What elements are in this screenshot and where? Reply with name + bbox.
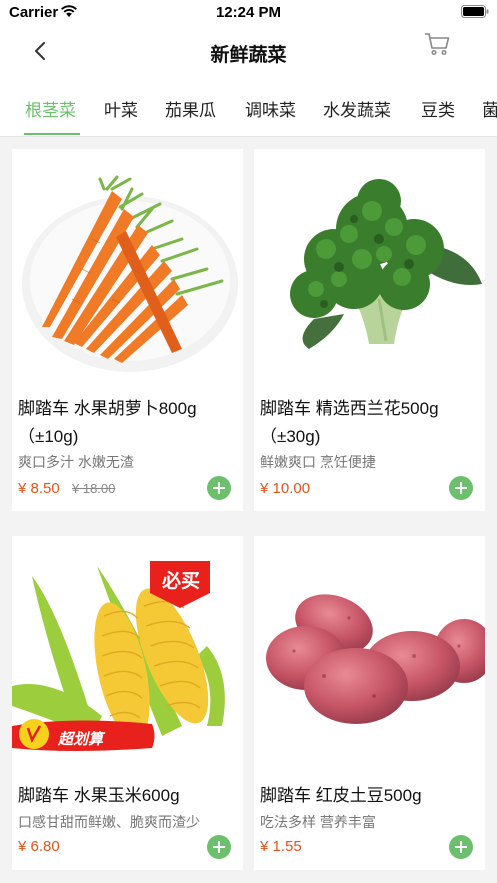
- category-tabs: 根茎菜 叶菜 茄果瓜 调味菜 水发蔬菜 豆类 菌: [0, 80, 497, 136]
- product-price: ¥ 8.50: [18, 480, 60, 497]
- product-card-corn[interactable]: 必买 超划算 脚踏车 水果玉米600g 口感甘甜而鲜嫩、脆爽而渣少 ¥ 6.80: [12, 536, 243, 870]
- product-card-potatoes[interactable]: 脚踏车 红皮土豆500g 吃法多样 营养丰富 ¥ 1.55: [254, 536, 485, 870]
- status-bar: Carrier 12:24 PM: [0, 0, 497, 26]
- badge-great-deal: 超划算: [58, 731, 104, 748]
- tab-soaked-vegetables[interactable]: 水发蔬菜: [323, 96, 391, 121]
- active-tab-indicator: [24, 133, 80, 135]
- tab-seasoning-vegetables[interactable]: 调味菜: [245, 96, 296, 121]
- product-image-potatoes: [254, 536, 485, 769]
- product-name: 脚踏车 水果玉米600g: [18, 786, 180, 805]
- tab-leafy-greens[interactable]: 叶菜: [104, 96, 138, 121]
- add-to-cart-button[interactable]: [449, 476, 473, 500]
- tab-beans[interactable]: 豆类: [421, 96, 455, 121]
- badge-must-buy: 必买: [161, 571, 200, 592]
- product-description: 口感甘甜而鲜嫩、脆爽而渣少: [18, 814, 200, 830]
- cart-icon[interactable]: [424, 31, 450, 57]
- battery-icon: [461, 5, 489, 18]
- tab-mushrooms[interactable]: 菌: [482, 96, 497, 121]
- tab-eggplant-melons[interactable]: 茄果瓜: [165, 96, 216, 121]
- clock: 12:24 PM: [215, 4, 282, 21]
- product-price: ¥ 1.55: [260, 838, 302, 855]
- product-original-price: ¥ 18.00: [72, 481, 116, 496]
- page-title: 新鲜蔬菜: [210, 45, 287, 66]
- nav-bar: 新鲜蔬菜: [0, 26, 497, 80]
- product-name: 脚踏车 红皮土豆500g: [260, 786, 422, 805]
- product-description: 爽口多汁 水嫩无渣: [18, 454, 134, 470]
- tab-root-vegetables[interactable]: 根茎菜: [25, 96, 76, 121]
- add-to-cart-button[interactable]: [207, 476, 231, 500]
- product-name: 脚踏车 水果胡萝卜800g（±10g): [18, 399, 197, 446]
- product-image-corn: 必买 超划算: [12, 536, 243, 769]
- product-description: 吃法多样 营养丰富: [260, 814, 376, 830]
- divider: [0, 136, 497, 137]
- product-card-broccoli[interactable]: 脚踏车 精选西兰花500g（±30g) 鲜嫩爽口 烹饪便捷 ¥ 10.00: [254, 149, 485, 511]
- product-image-broccoli: [254, 149, 485, 382]
- add-to-cart-button[interactable]: [449, 835, 473, 859]
- add-to-cart-button[interactable]: [207, 835, 231, 859]
- product-price: ¥ 6.80: [18, 838, 60, 855]
- product-name: 脚踏车 精选西兰花500g（±30g): [260, 399, 439, 446]
- product-description: 鲜嫩爽口 烹饪便捷: [260, 454, 376, 470]
- product-price: ¥ 10.00: [260, 480, 311, 497]
- product-image-carrots: [12, 149, 243, 382]
- product-card-carrots[interactable]: 脚踏车 水果胡萝卜800g（±10g) 爽口多汁 水嫩无渣 ¥ 8.50 ¥ 1…: [12, 149, 243, 511]
